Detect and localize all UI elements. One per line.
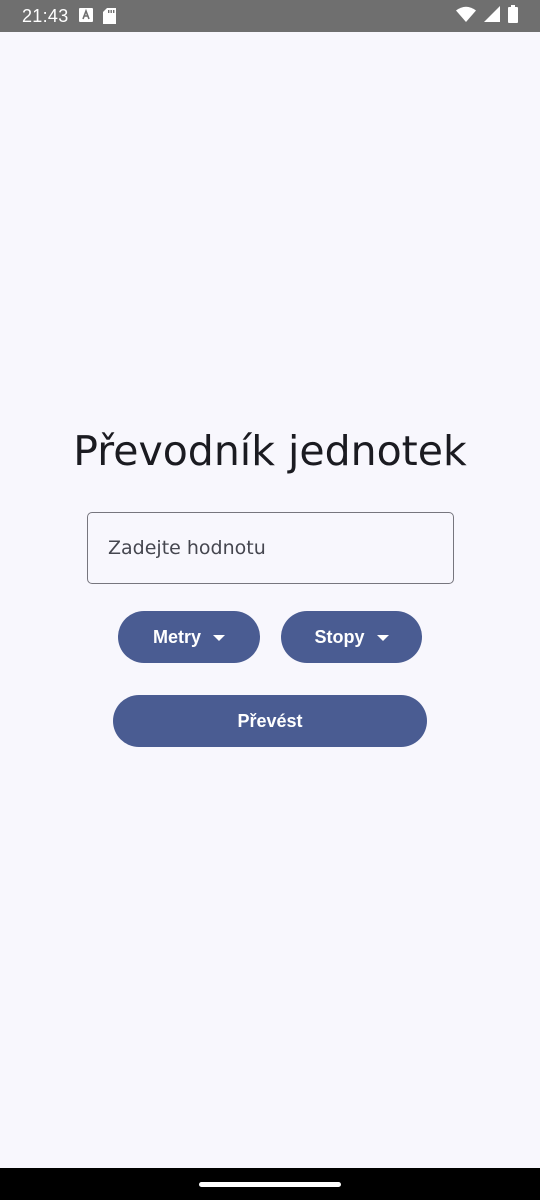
- status-left: 21:43: [22, 6, 117, 27]
- wifi-icon: [456, 6, 476, 27]
- value-input-box[interactable]: [87, 512, 454, 584]
- from-unit-dropdown[interactable]: Metry: [118, 611, 260, 663]
- signal-icon: [484, 5, 500, 27]
- home-gesture-handle[interactable]: [199, 1182, 341, 1187]
- keyboard-a-icon: [78, 8, 93, 24]
- convert-button[interactable]: Převést: [113, 695, 427, 747]
- to-unit-dropdown[interactable]: Stopy: [281, 611, 422, 663]
- page-title: Převodník jednotek: [73, 427, 467, 475]
- from-unit-label: Metry: [152, 626, 201, 647]
- value-input[interactable]: [108, 537, 453, 559]
- navigation-bar: [0, 1168, 540, 1200]
- status-bar: 21:43: [0, 0, 540, 32]
- to-unit-label: Stopy: [314, 626, 365, 647]
- status-right: [456, 4, 518, 28]
- status-time: 21:43: [22, 5, 69, 26]
- chevron-down-icon: [376, 635, 389, 641]
- convert-button-label: Převést: [237, 710, 303, 731]
- converter-screen: Převodník jednotek Metry Stopy Převést: [0, 32, 540, 1168]
- sd-card-icon: [102, 8, 117, 24]
- battery-icon: [508, 4, 518, 28]
- chevron-down-icon: [213, 635, 225, 641]
